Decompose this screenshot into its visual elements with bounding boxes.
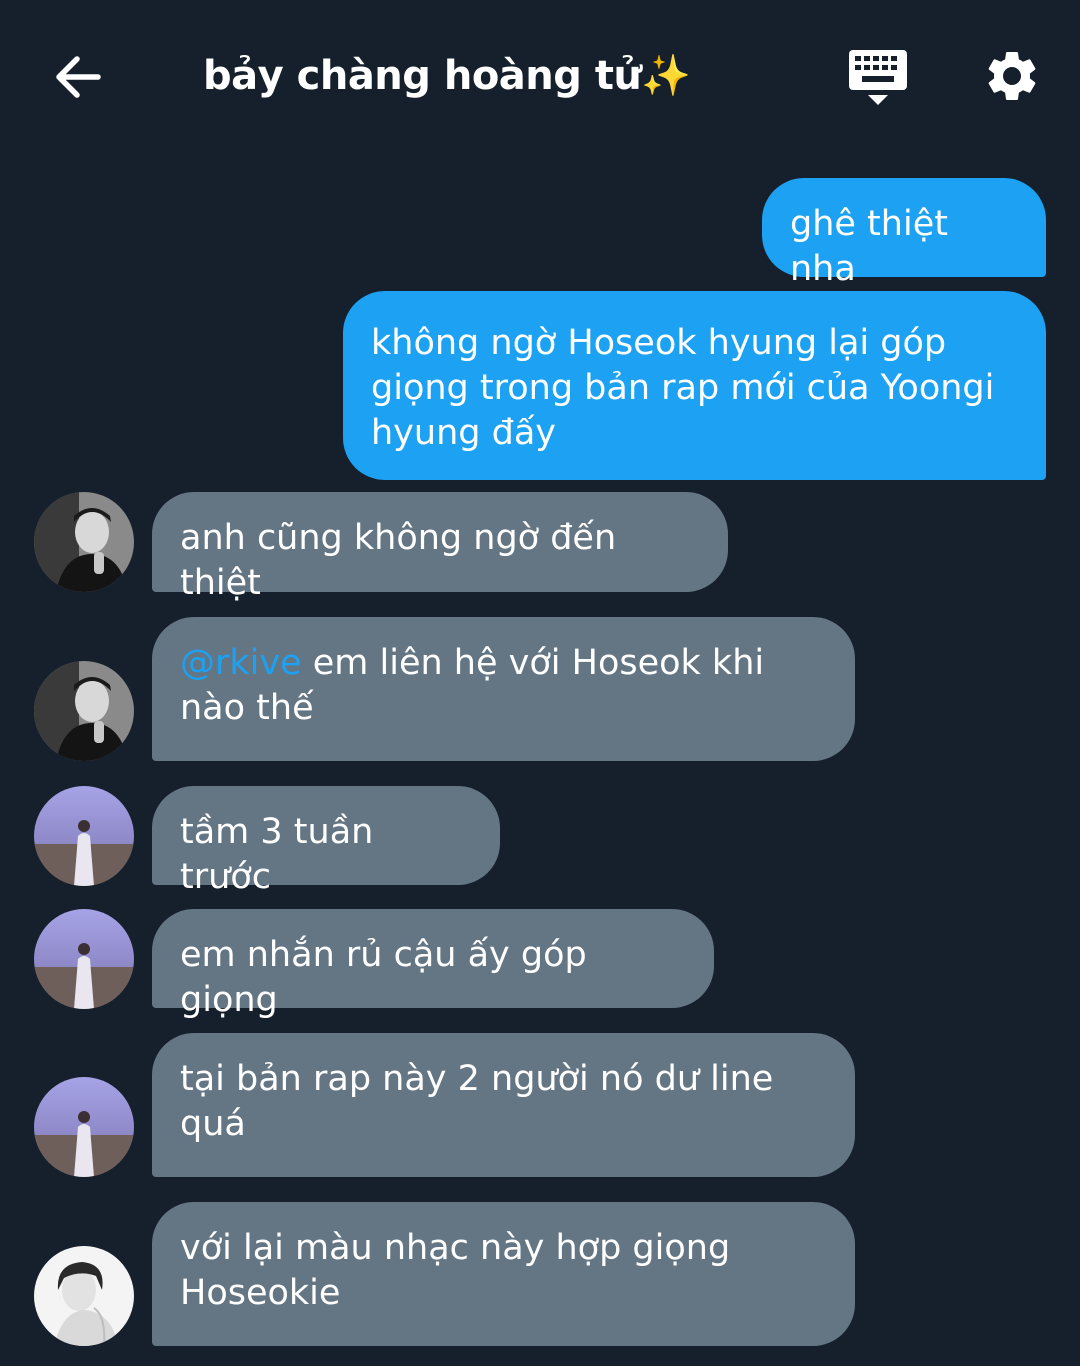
message-text: không ngờ Hoseok hyung lại góp giọng tro… [371, 323, 995, 453]
settings-button[interactable] [982, 46, 1042, 106]
outgoing-message[interactable]: không ngờ Hoseok hyung lại góp giọng tro… [343, 291, 1046, 480]
message-text: tầm 3 tuần trước [180, 812, 374, 897]
message-text: em nhắn rủ cậu ấy góp giọng [180, 935, 587, 1020]
avatar-purple-sky-figure[interactable] [34, 909, 134, 1009]
avatar-purple-sky-figure[interactable] [34, 1077, 134, 1177]
message-text: anh cũng không ngờ đến thiệt [180, 518, 617, 603]
message-text: với lại màu nhạc này hợp giọng Hoseokie [180, 1228, 731, 1313]
incoming-message[interactable]: với lại màu nhạc này hợp giọng Hoseokie [152, 1202, 855, 1346]
conversation-title: bảy chàng hoàng tử✨ [203, 53, 691, 99]
avatar-purple-sky-figure[interactable] [34, 786, 134, 886]
keyboard-icon [849, 50, 907, 105]
incoming-message[interactable]: @rkive em liên hệ với Hoseok khi nào thế [152, 617, 855, 761]
keyboard-toggle-button[interactable] [846, 46, 910, 110]
incoming-message[interactable]: anh cũng không ngờ đến thiệt [152, 492, 728, 603]
avatar-black-and-white-portrait[interactable] [34, 661, 134, 761]
gear-icon [988, 51, 1036, 100]
arrow-left-icon [56, 56, 101, 98]
incoming-message[interactable]: tại bản rap này 2 người nó dư line quá [152, 1033, 855, 1177]
chat-header: bảy chàng hoàng tử✨ [0, 0, 1080, 150]
back-button[interactable] [50, 48, 108, 106]
message-text: tại bản rap này 2 người nó dư line quá [180, 1059, 774, 1144]
avatar-black-and-white-portrait[interactable] [34, 492, 134, 592]
avatar-white-background-portrait[interactable] [34, 1246, 134, 1346]
outgoing-message[interactable]: ghê thiệt nha [762, 178, 1046, 289]
incoming-message[interactable]: em nhắn rủ cậu ấy góp giọng [152, 909, 714, 1020]
message-text: ghê thiệt nha [790, 204, 948, 289]
incoming-message[interactable]: tầm 3 tuần trước [152, 786, 500, 897]
user-mention[interactable]: @rkive [180, 643, 302, 683]
